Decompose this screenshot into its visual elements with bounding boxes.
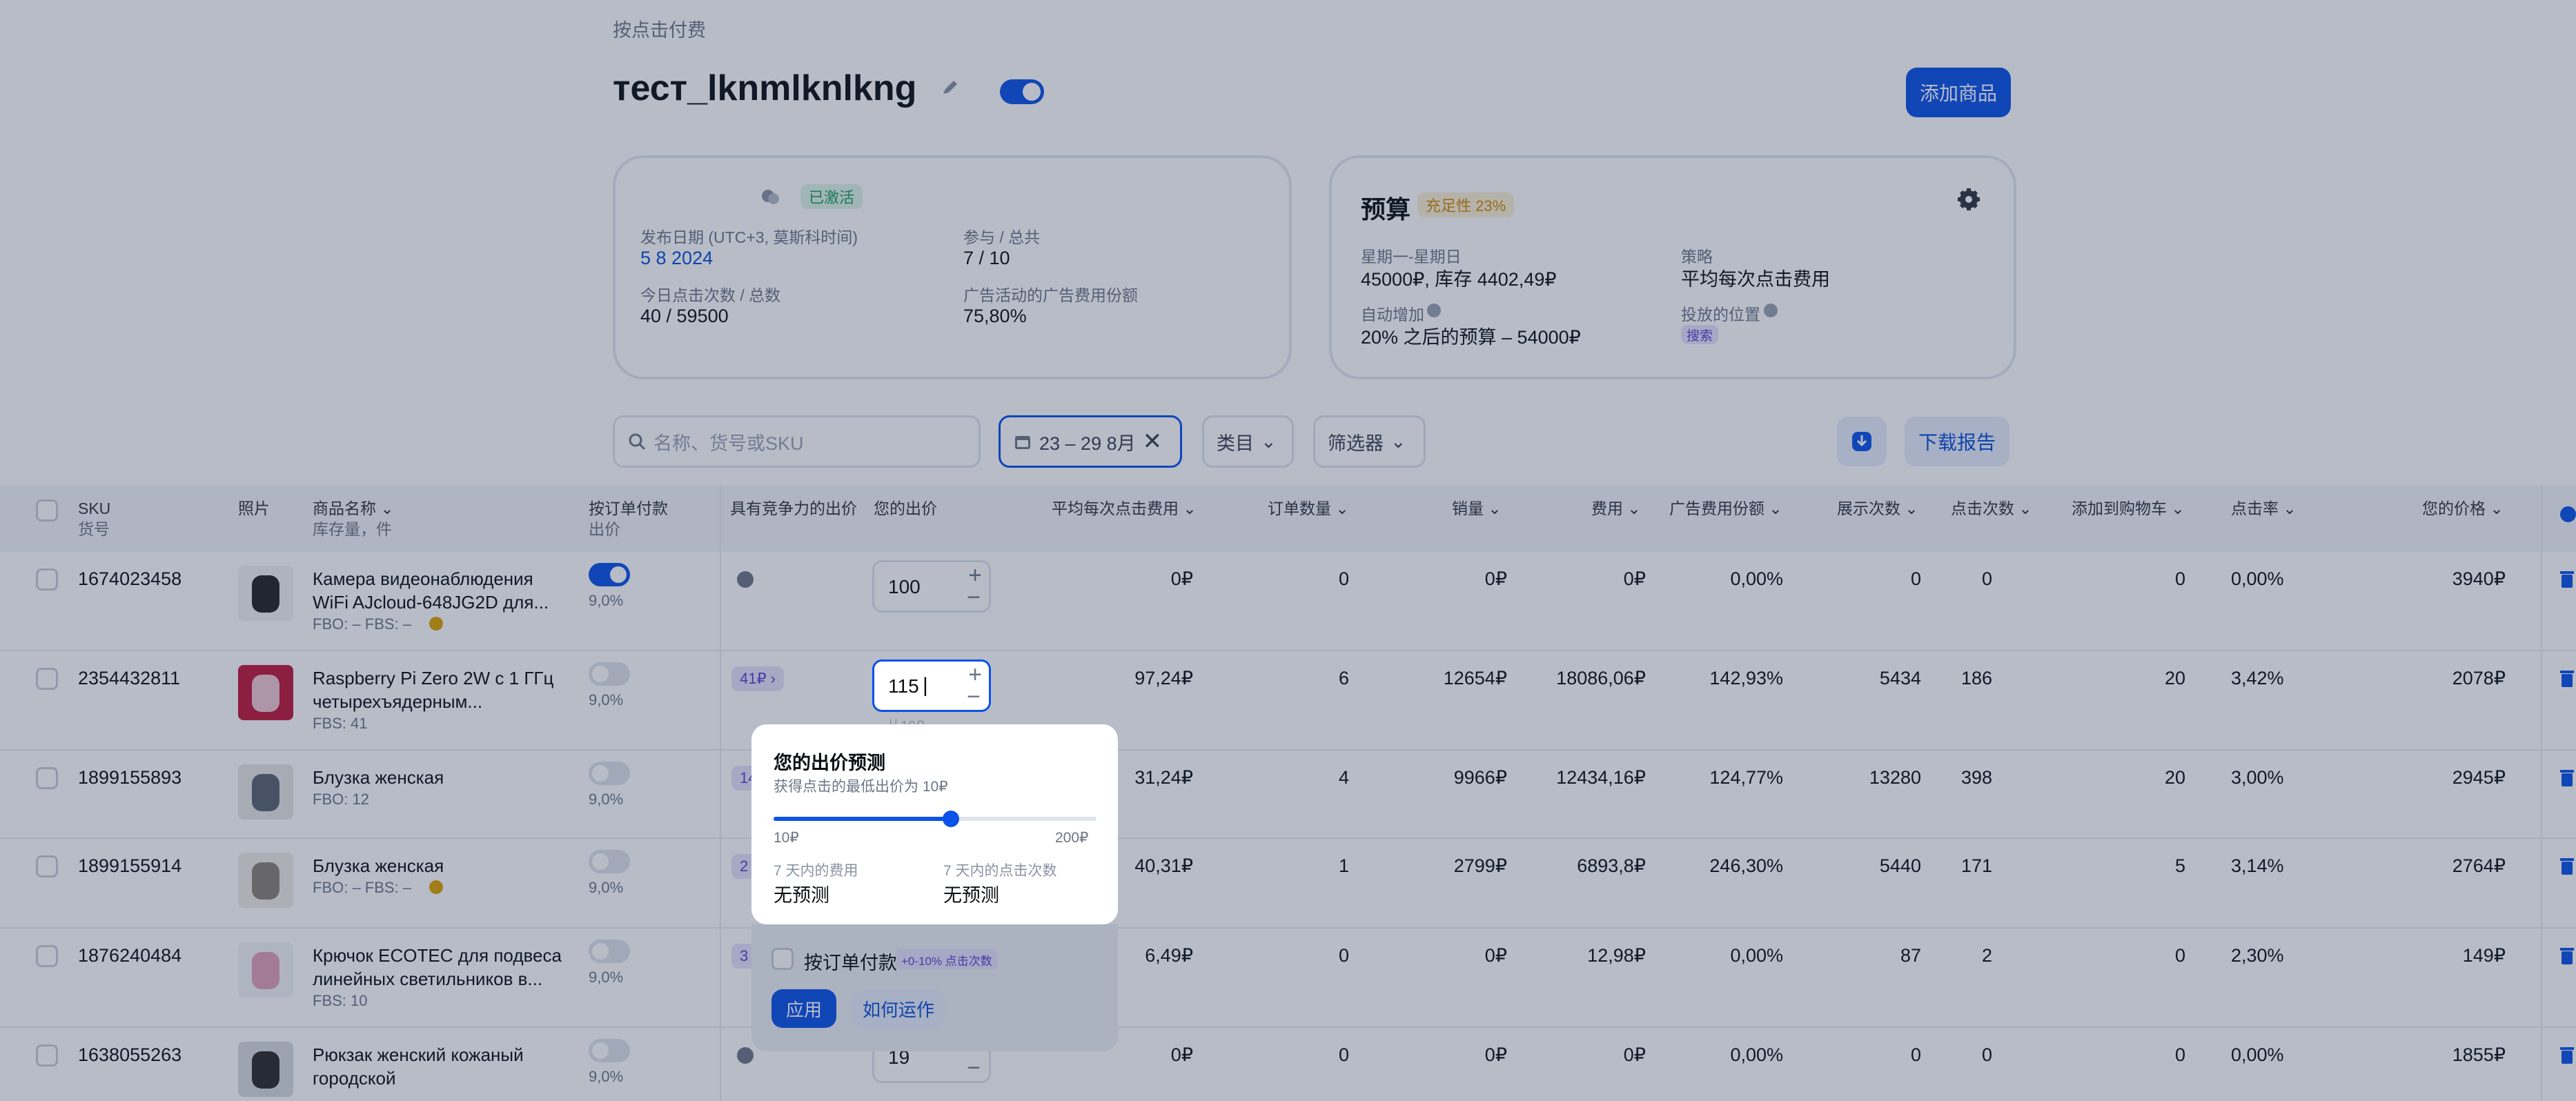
- plus-icon[interactable]: +: [968, 663, 982, 686]
- popup-subtitle: 获得点击的最低出价为 10₽: [774, 779, 948, 795]
- forecast-clicks-value: 无预测: [943, 885, 999, 906]
- bid-input-value: 115: [888, 675, 919, 697]
- forecast-clicks-label: 7 天内的点击次数: [943, 863, 1057, 879]
- forecast-cost-value: 无预测: [774, 885, 829, 906]
- popup-title: 您的出价预测: [774, 753, 885, 773]
- slider-handle[interactable]: [943, 811, 960, 827]
- bid-input-active[interactable]: 115 | + −: [872, 659, 991, 712]
- slider-max: 200₽: [1055, 830, 1089, 846]
- modal-overlay[interactable]: [0, 0, 2576, 1101]
- bid-forecast-popup: 您的出价预测 获得点击的最低出价为 10₽ 10₽ 200₽ 7 天内的费用 无…: [751, 724, 1118, 924]
- forecast-cost-label: 7 天内的费用: [774, 863, 858, 879]
- slider-min: 10₽: [774, 830, 799, 846]
- minus-icon[interactable]: −: [967, 685, 981, 708]
- slider-track[interactable]: [774, 811, 1097, 827]
